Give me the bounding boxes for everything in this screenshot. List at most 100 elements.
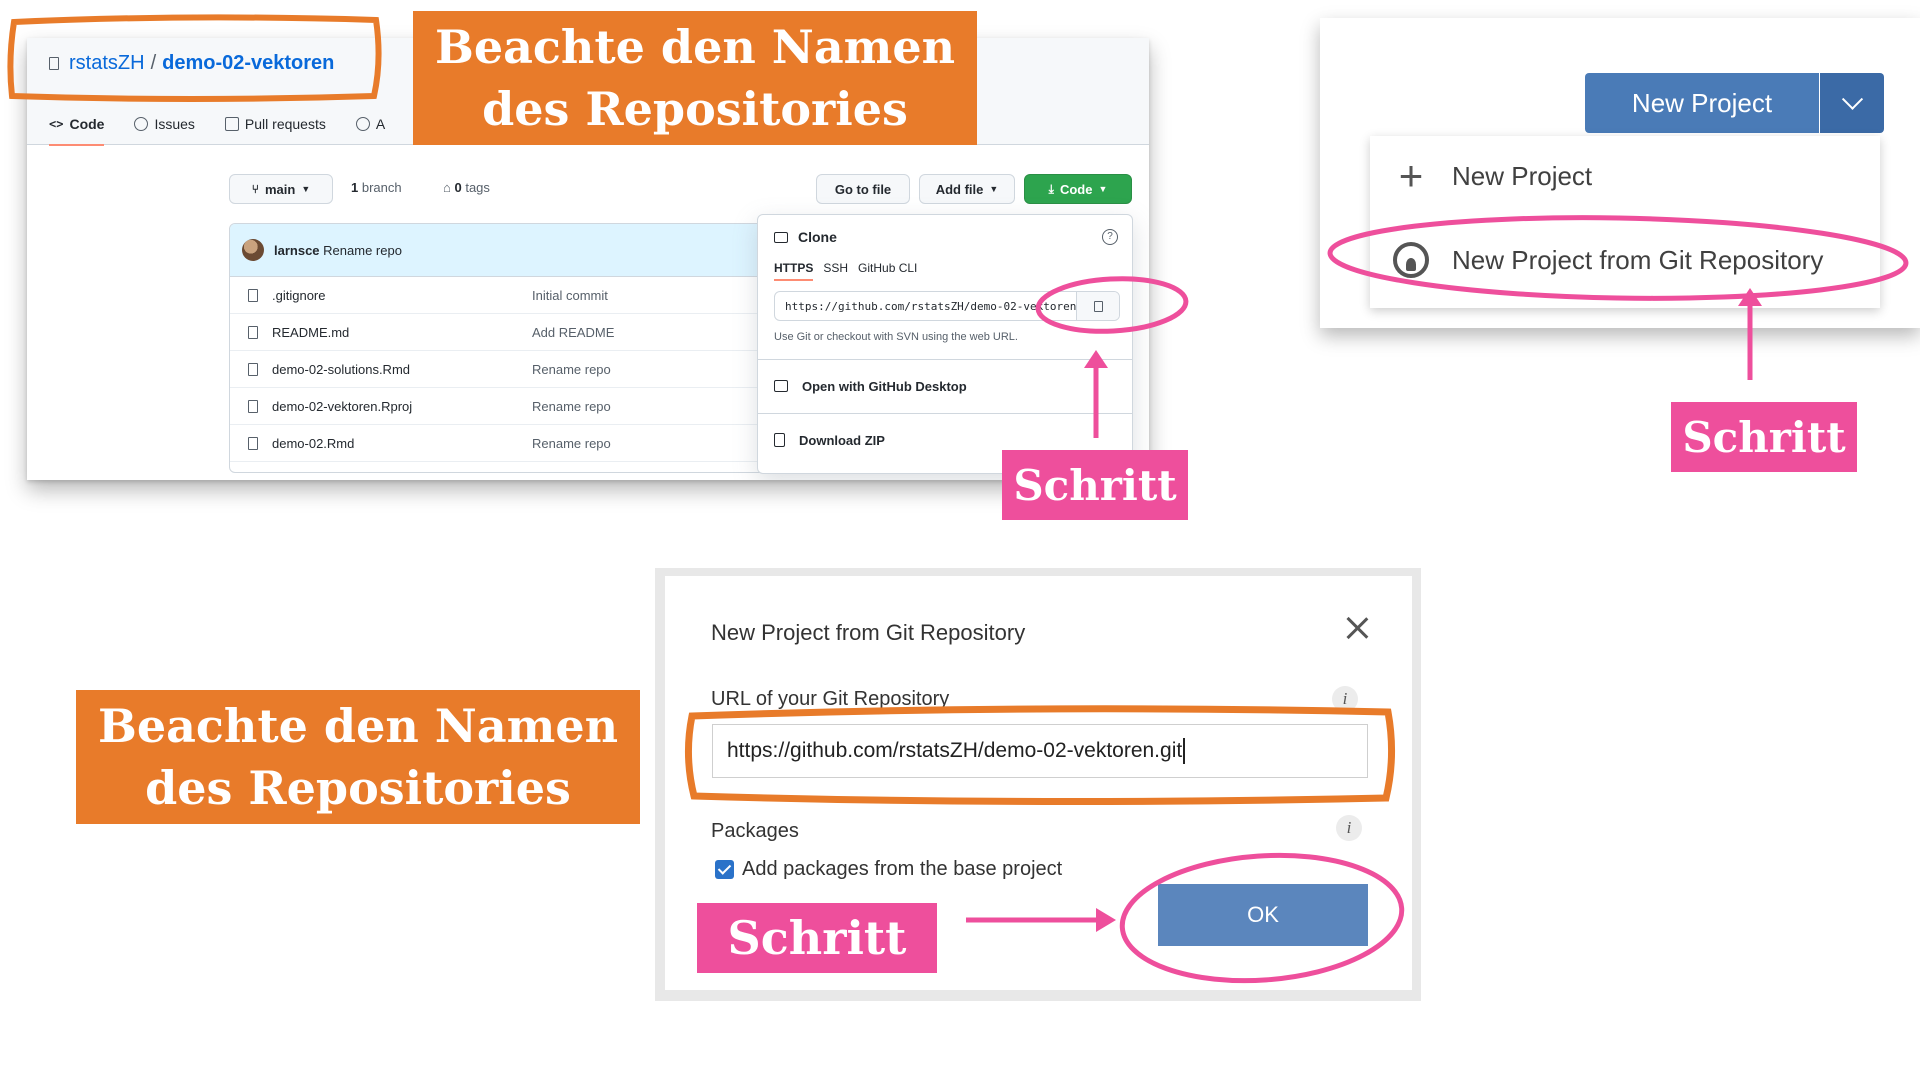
- caret-down-icon: ▼: [989, 184, 999, 194]
- clone-url-text[interactable]: https://github.com/rstatsZH/demo-02-vekt…: [775, 300, 1081, 313]
- url-label: URL of your Git Repository: [711, 688, 950, 710]
- commit-author[interactable]: larnsce: [274, 243, 320, 258]
- repo-toolbar: ⑂ main ▼ 1 branch ⌂ 0 tags Go to file Ad…: [229, 174, 1149, 206]
- branches-count: 1: [351, 180, 359, 195]
- table-row[interactable]: demo-02.Rmd Rename repo: [230, 425, 795, 462]
- tab-code[interactable]: <> Code: [49, 104, 105, 146]
- code-dropdown-button[interactable]: ⤓ Code ▼: [1024, 174, 1132, 204]
- terminal-icon: [774, 231, 788, 243]
- zip-icon: [774, 433, 785, 447]
- clone-tab-cli[interactable]: GitHub CLI: [858, 261, 917, 281]
- file-name[interactable]: .gitignore: [272, 288, 532, 303]
- commit-message[interactable]: Rename repo: [323, 243, 402, 258]
- text-cursor: [1183, 738, 1185, 764]
- clone-dropdown: Clone ? HTTPS SSH GitHub CLI https://git…: [757, 214, 1133, 474]
- clone-url-field[interactable]: https://github.com/rstatsZH/demo-02-vekt…: [774, 291, 1120, 321]
- repo-name-callout-top: Beachte den Namen des Repositories: [413, 11, 977, 145]
- repo-breadcrumb: rstatsZH / demo-02-vektoren: [49, 52, 334, 75]
- pull-request-icon: [224, 117, 239, 131]
- tab-issues-label: Issues: [154, 116, 195, 132]
- download-icon: ⤓: [1048, 181, 1054, 196]
- file-commit-message[interactable]: Initial commit: [532, 288, 608, 303]
- menu-item-label: New Project from Git Repository: [1452, 244, 1824, 275]
- file-icon: [248, 288, 258, 302]
- repo-name-callout-bottom: Beachte den Namen des Repositories: [76, 690, 640, 824]
- file-icon: [248, 399, 258, 413]
- branches-link[interactable]: 1 branch: [351, 180, 402, 195]
- url-info-icon[interactable]: i: [1332, 686, 1358, 712]
- tab-code-label: Code: [69, 116, 105, 132]
- add-file-button[interactable]: Add file ▼: [919, 174, 1015, 204]
- code-button-label: Code: [1059, 181, 1093, 197]
- table-row[interactable]: README.md Add README: [230, 314, 795, 351]
- code-icon: <>: [49, 117, 64, 131]
- close-icon[interactable]: [1344, 614, 1372, 642]
- branch-select-label: main: [264, 181, 296, 197]
- new-project-dropdown-toggle[interactable]: [1820, 73, 1884, 133]
- file-name[interactable]: README.md: [272, 325, 532, 340]
- open-desktop-item[interactable]: Open with GitHub Desktop: [758, 359, 1132, 412]
- branch-select-button[interactable]: ⑂ main ▼: [229, 174, 333, 204]
- download-zip-label: Download ZIP: [799, 432, 885, 448]
- base-packages-checkbox[interactable]: [715, 860, 734, 879]
- menu-item-label: New Project: [1452, 160, 1593, 191]
- repo-separator: /: [150, 52, 157, 74]
- tags-count: 0: [454, 180, 462, 195]
- help-icon[interactable]: ?: [1102, 229, 1118, 245]
- new-project-button[interactable]: New Project: [1585, 73, 1819, 133]
- branches-label: branch: [361, 180, 402, 195]
- file-icon: [248, 362, 258, 376]
- repo-icon: [49, 57, 59, 70]
- tab-issues[interactable]: Issues: [134, 104, 195, 144]
- new-project-menu: + New Project New Project from Git Repos…: [1370, 136, 1880, 308]
- table-row[interactable]: demo-02-vektoren.Rproj Rename repo: [230, 388, 795, 425]
- file-commit-message[interactable]: Add README: [532, 325, 614, 340]
- menu-item-new-project[interactable]: + New Project: [1370, 136, 1880, 216]
- open-desktop-label: Open with GitHub Desktop: [802, 378, 967, 394]
- menu-item-new-project-from-git[interactable]: New Project from Git Repository: [1370, 220, 1880, 300]
- step-callout-dialog: Schritt: [697, 903, 937, 973]
- clone-tab-https[interactable]: HTTPS: [774, 261, 814, 281]
- branch-icon: ⑂: [251, 182, 259, 196]
- table-row[interactable]: .gitignore Initial commit: [230, 277, 795, 314]
- clone-tab-ssh[interactable]: SSH: [823, 261, 848, 281]
- tag-icon: ⌂: [443, 180, 451, 195]
- tags-link[interactable]: ⌂ 0 tags: [443, 180, 490, 195]
- file-commit-message[interactable]: Rename repo: [532, 436, 611, 451]
- plus-icon: +: [1398, 152, 1424, 199]
- ok-button[interactable]: OK: [1158, 884, 1368, 946]
- github-icon: [1392, 241, 1430, 279]
- desktop-icon: [774, 380, 788, 392]
- caret-down-icon: ▼: [301, 184, 311, 194]
- file-name[interactable]: demo-02-vektoren.Rproj: [272, 399, 532, 414]
- file-icon: [248, 436, 258, 450]
- avatar: [242, 239, 264, 261]
- go-to-file-button[interactable]: Go to file: [816, 174, 910, 204]
- tab-pull-requests[interactable]: Pull requests: [224, 104, 326, 144]
- step-callout-github: Schritt: [1002, 450, 1188, 520]
- clone-title-label: Clone: [798, 229, 837, 245]
- tab-actions-label: A: [375, 116, 386, 132]
- clone-tabs: HTTPS SSH GitHub CLI: [774, 261, 917, 281]
- repo-owner-link[interactable]: rstatsZH: [69, 52, 145, 75]
- packages-label: Packages: [711, 820, 799, 842]
- rstudio-menu-panel: New Project + New Project New Project fr…: [1320, 18, 1920, 328]
- table-row[interactable]: demo-02-solutions.Rmd Rename repo: [230, 351, 795, 388]
- git-url-value: https://github.com/rstatsZH/demo-02-vekt…: [727, 739, 1183, 762]
- clipboard-icon: [1093, 300, 1103, 312]
- tab-actions[interactable]: A: [355, 104, 386, 144]
- file-commit-message[interactable]: Rename repo: [532, 362, 611, 377]
- file-name[interactable]: demo-02-solutions.Rmd: [272, 362, 532, 377]
- clone-title: Clone: [774, 229, 837, 245]
- packages-info-icon[interactable]: i: [1336, 815, 1362, 841]
- repo-name-link[interactable]: demo-02-vektoren: [162, 52, 334, 75]
- base-packages-checkbox-label[interactable]: Add packages from the base project: [742, 858, 1062, 881]
- git-url-input[interactable]: https://github.com/rstatsZH/demo-02-vekt…: [712, 724, 1368, 778]
- file-table: larnsce Rename repo .gitignore Initial c…: [229, 223, 796, 473]
- file-commit-message[interactable]: Rename repo: [532, 399, 611, 414]
- copy-url-button[interactable]: [1076, 292, 1119, 320]
- file-name[interactable]: demo-02.Rmd: [272, 436, 532, 451]
- repo-tabs: <> Code Issues Pull requests A: [49, 104, 385, 146]
- tags-label: tags: [465, 180, 490, 195]
- add-file-label: Add file: [935, 181, 984, 197]
